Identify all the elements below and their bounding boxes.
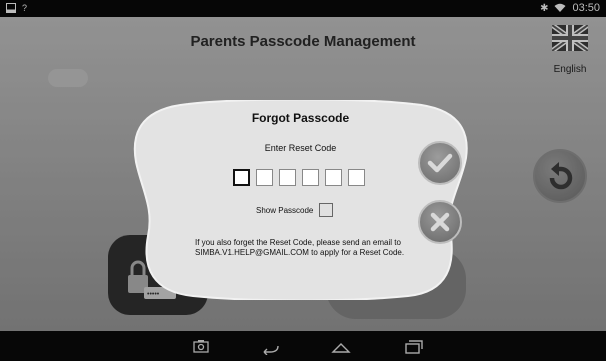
screenshot-icon[interactable] [192,337,210,355]
show-passcode-checkbox[interactable] [319,203,334,217]
code-digit-4[interactable] [302,169,319,186]
cancel-button[interactable] [418,200,462,244]
status-bar: ? ✱ 03:50 [0,0,606,17]
code-digit-2[interactable] [256,169,273,186]
navigation-bar [0,331,606,361]
help-icon: ? [22,3,28,13]
forgot-passcode-dialog: Forgot Passcode Enter Reset Code Show Pa… [128,100,473,300]
checkmark-icon [427,153,453,173]
dialog-background [133,100,468,300]
code-digit-6[interactable] [348,169,365,186]
back-icon[interactable] [259,337,281,355]
recents-icon[interactable] [402,337,424,355]
dialog-title: Forgot Passcode [251,111,350,125]
show-passcode-label: Show Passcode [256,205,314,215]
code-digit-5[interactable] [325,169,342,186]
confirm-button[interactable] [418,141,462,185]
reset-code-input [233,169,365,186]
app-screen: Parents Passcode Management English ••••… [0,17,606,331]
show-passcode-row: Show Passcode [256,203,334,217]
code-digit-1[interactable] [233,169,250,186]
help-text: If you also forget the Reset Code, pleas… [195,238,405,257]
screenshot-icon [6,3,16,13]
bluetooth-icon: ✱ [540,2,549,14]
wifi-icon [554,3,566,12]
clock: 03:50 [572,2,600,14]
home-icon[interactable] [330,337,352,355]
code-digit-3[interactable] [279,169,296,186]
close-icon [430,212,450,232]
